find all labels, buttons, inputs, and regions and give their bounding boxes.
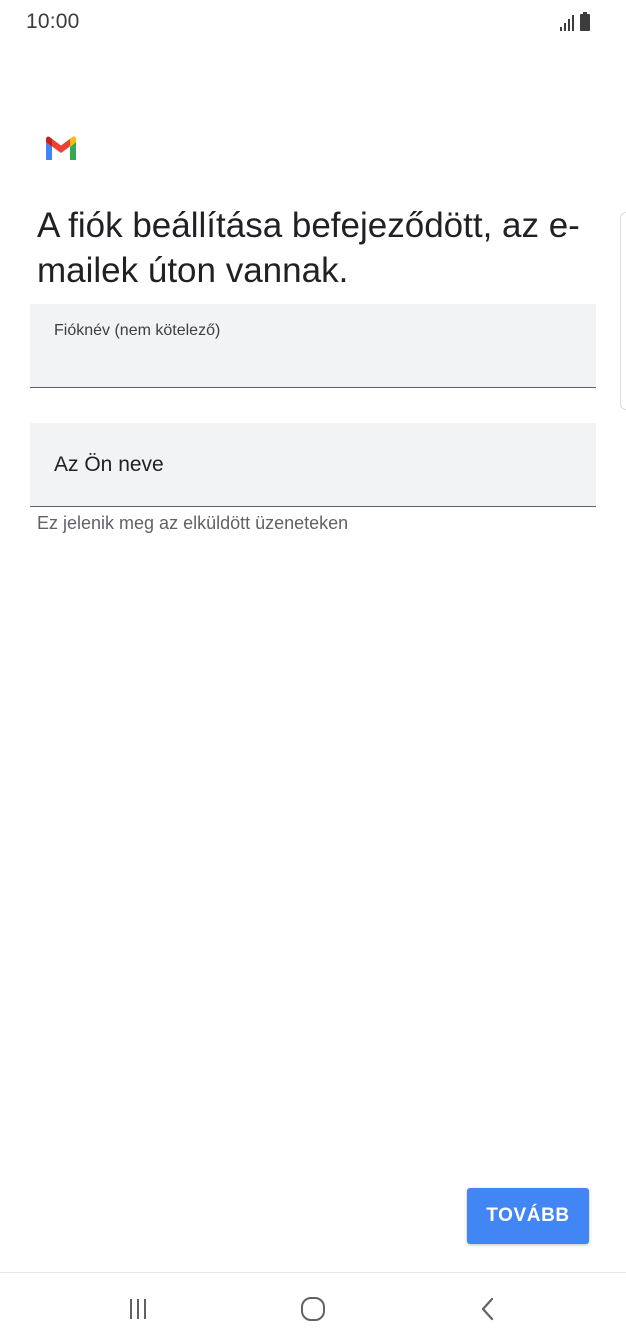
home-icon	[301, 1297, 325, 1321]
back-button[interactable]	[458, 1293, 518, 1325]
battery-icon	[580, 12, 590, 31]
status-time: 10:00	[26, 10, 80, 33]
status-bar: 10:00	[0, 0, 626, 48]
edge-panel-handle[interactable]	[620, 212, 626, 410]
back-icon	[481, 1297, 494, 1321]
your-name-value: Az Ön neve	[54, 453, 164, 476]
page-title: A fiók beállítása befejeződött, az e-mai…	[37, 206, 580, 290]
gmail-logo-icon	[46, 136, 76, 160]
home-button[interactable]	[283, 1293, 343, 1325]
account-name-field[interactable]: Fióknév (nem kötelező)	[30, 304, 596, 388]
recents-button[interactable]	[108, 1293, 168, 1325]
account-name-label: Fióknév (nem kötelező)	[54, 322, 221, 339]
status-icons	[560, 12, 590, 31]
recents-icon	[130, 1299, 146, 1319]
your-name-helper-text: Ez jelenik meg az elküldött üzeneteken	[37, 513, 349, 533]
your-name-field[interactable]: Az Ön neve	[30, 423, 596, 507]
signal-icon	[560, 15, 574, 31]
next-button[interactable]: TOVÁBB	[467, 1188, 589, 1244]
navigation-bar	[0, 1273, 626, 1344]
